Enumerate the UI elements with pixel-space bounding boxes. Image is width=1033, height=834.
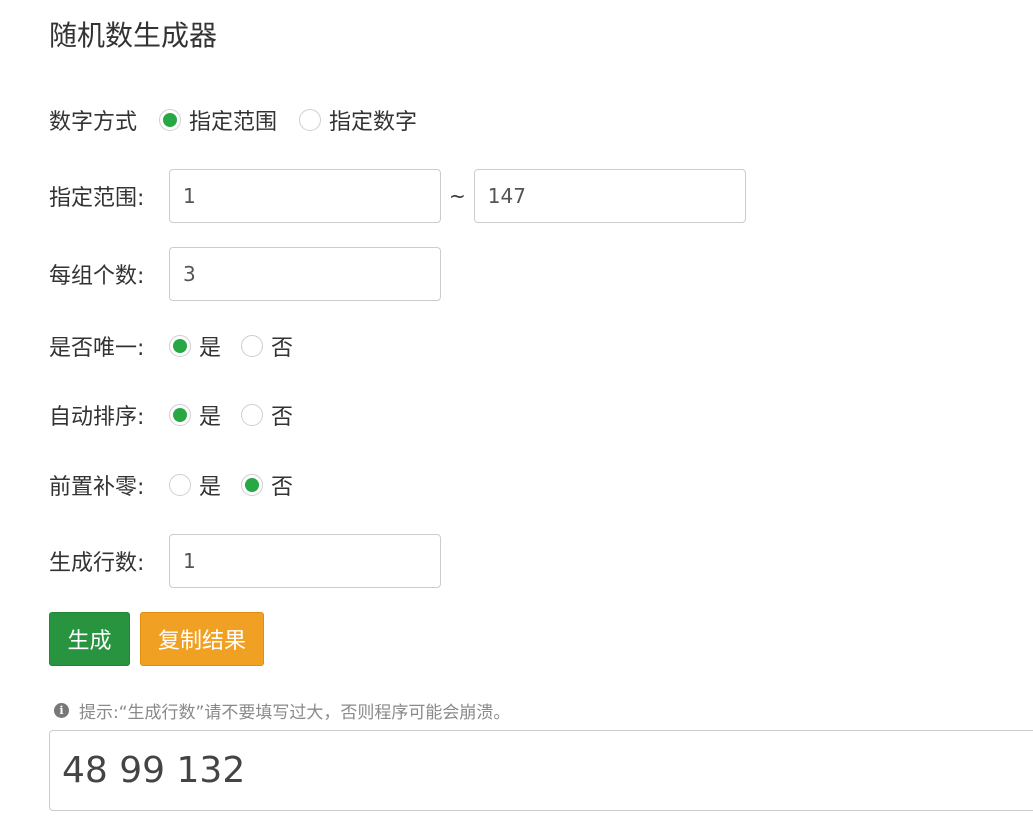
radio-range-circle[interactable] <box>159 109 182 131</box>
auto-sort-no-circle[interactable] <box>241 404 264 426</box>
auto-sort-label: 自动排序: <box>49 405 145 430</box>
zero-pad-row: 前置补零: 是 否 <box>49 465 293 505</box>
auto-sort-radio-group: 是 否 <box>169 399 293 431</box>
number-mode-radio-group: 指定范围 指定数字 <box>159 104 417 136</box>
radio-numbers-label[interactable]: 指定数字 <box>329 104 417 136</box>
unique-row: 是否唯一: 是 否 <box>49 326 293 366</box>
zero-pad-yes-label[interactable]: 是 <box>199 469 221 501</box>
rows-input[interactable] <box>169 534 441 588</box>
radio-numbers[interactable]: 指定数字 <box>299 104 417 136</box>
auto-sort-yes-label[interactable]: 是 <box>199 399 221 431</box>
info-icon: i <box>54 703 69 718</box>
auto-sort-yes-circle[interactable] <box>169 404 191 426</box>
range-max-input[interactable] <box>473 169 746 223</box>
unique-no-circle[interactable] <box>241 335 264 357</box>
rows-label: 生成行数: <box>49 551 145 576</box>
range-row: 指定范围: ~ <box>49 169 746 223</box>
zero-pad-no-circle[interactable] <box>241 474 264 496</box>
number-mode-row: 数字方式 指定范围 指定数字 <box>49 100 417 140</box>
generate-button[interactable]: 生成 <box>49 612 130 666</box>
rows-row: 生成行数: <box>49 534 441 588</box>
unique-radio-group: 是 否 <box>169 330 293 362</box>
zero-pad-no-radio[interactable]: 否 <box>241 469 293 501</box>
radio-range[interactable]: 指定范围 <box>159 104 277 136</box>
hint-message: i 提示:“生成行数”请不要填写过大，否则程序可能会崩溃。 <box>54 698 510 723</box>
unique-yes-radio[interactable]: 是 <box>169 330 221 362</box>
page-title: 随机数生成器 <box>49 19 218 52</box>
zero-pad-yes-circle[interactable] <box>169 474 191 496</box>
auto-sort-row: 自动排序: 是 否 <box>49 395 293 435</box>
range-label: 指定范围: <box>49 186 145 211</box>
radio-range-label[interactable]: 指定范围 <box>189 104 277 136</box>
unique-no-label[interactable]: 否 <box>271 330 293 362</box>
range-min-input[interactable] <box>169 169 441 223</box>
unique-label: 是否唯一: <box>49 336 145 361</box>
result-output[interactable]: 48 99 132 <box>49 730 1033 811</box>
per-group-input[interactable] <box>169 247 441 301</box>
zero-pad-yes-radio[interactable]: 是 <box>169 469 221 501</box>
zero-pad-no-label[interactable]: 否 <box>271 469 293 501</box>
zero-pad-radio-group: 是 否 <box>169 469 293 501</box>
per-group-row: 每组个数: <box>49 247 441 301</box>
unique-yes-label[interactable]: 是 <box>199 330 221 362</box>
unique-no-radio[interactable]: 否 <box>241 330 293 362</box>
range-separator: ~ <box>449 184 466 208</box>
zero-pad-label: 前置补零: <box>49 475 145 500</box>
radio-numbers-circle[interactable] <box>299 109 322 131</box>
hint-text: 提示:“生成行数”请不要填写过大，否则程序可能会崩溃。 <box>79 703 511 723</box>
copy-result-button[interactable]: 复制结果 <box>140 612 264 666</box>
number-mode-label: 数字方式 <box>49 110 138 135</box>
auto-sort-no-label[interactable]: 否 <box>271 399 293 431</box>
unique-yes-circle[interactable] <box>169 335 191 357</box>
auto-sort-no-radio[interactable]: 否 <box>241 399 293 431</box>
per-group-label: 每组个数: <box>49 264 145 289</box>
auto-sort-yes-radio[interactable]: 是 <box>169 399 221 431</box>
